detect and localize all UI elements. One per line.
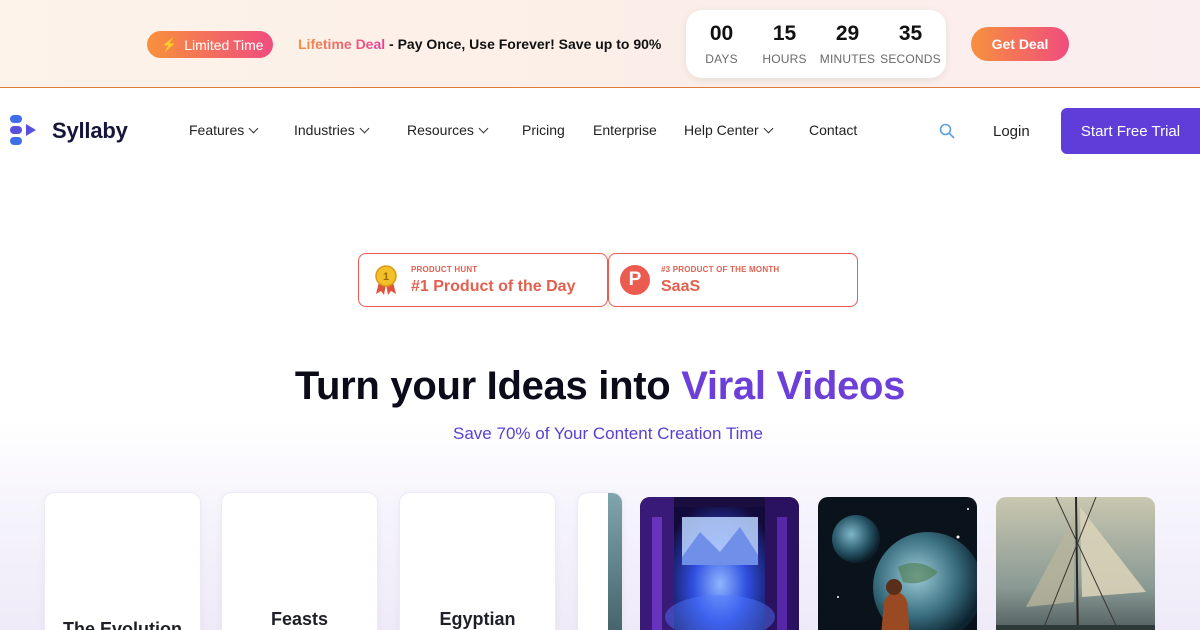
login-link[interactable]: Login xyxy=(993,123,1030,140)
nav-item-features[interactable]: Features xyxy=(189,122,259,138)
countdown-label: MINUTES xyxy=(819,52,876,66)
hero-subline: Save 70% of Your Content Creation Time xyxy=(453,424,763,443)
video-card[interactable]: Feasts xyxy=(222,493,377,630)
video-thumbnail-ship[interactable] xyxy=(996,497,1155,630)
nav-label: Resources xyxy=(407,122,474,138)
syllaby-logo-icon xyxy=(10,115,36,145)
nav-label: Industries xyxy=(294,122,355,138)
countdown-timer: 00 DAYS 15 HOURS 29 MINUTES 35 SECONDS xyxy=(686,10,946,78)
nav-item-enterprise[interactable]: Enterprise xyxy=(593,122,657,138)
headline-main: Turn your Ideas into xyxy=(294,364,682,408)
planets-image xyxy=(818,497,977,630)
logo-text: Syllaby xyxy=(52,118,128,143)
hero-headline: Turn your Ideas into Viral Videos xyxy=(0,364,1200,409)
video-card[interactable]: The Evolution xyxy=(45,493,200,630)
badge-text: PRODUCT HUNT #1 Product of the Day xyxy=(411,265,575,296)
headline-accent: Viral Videos xyxy=(681,364,906,408)
nav-label: Enterprise xyxy=(593,122,657,138)
ship-image xyxy=(996,497,1155,630)
temple-image xyxy=(640,497,799,630)
nav-item-help-center[interactable]: Help Center xyxy=(684,122,774,138)
badge-small-label: PRODUCT HUNT xyxy=(411,264,478,274)
card-title: The Evolution xyxy=(63,619,182,630)
countdown-value: 35 xyxy=(898,22,923,45)
video-thumbnail-planets[interactable] xyxy=(818,497,977,630)
product-hunt-letter: P xyxy=(628,269,642,290)
badge-text: #3 PRODUCT OF THE MONTH SaaS xyxy=(661,265,779,296)
start-free-trial-button[interactable]: Start Free Trial xyxy=(1061,108,1200,154)
chevron-down-icon xyxy=(248,123,259,133)
medal-number: 1 xyxy=(383,271,389,283)
nav-label: Features xyxy=(189,122,245,138)
countdown-value: 00 xyxy=(709,22,734,45)
card-title: Feasts xyxy=(270,609,329,629)
nav-item-resources[interactable]: Resources xyxy=(407,122,489,138)
video-thumbnail-temple[interactable] xyxy=(640,497,799,630)
countdown-value: 15 xyxy=(772,22,797,45)
card-title: Egyptian xyxy=(439,609,516,629)
card-image-edge xyxy=(608,493,622,630)
product-hunt-icon: P xyxy=(620,265,650,295)
limited-time-pill: ⚡ Limited Time xyxy=(147,31,273,58)
medal-icon: 1 xyxy=(375,265,397,295)
countdown-days: 00 DAYS xyxy=(691,22,753,66)
badge-title: SaaS xyxy=(661,277,701,295)
nav-label: Help Center xyxy=(684,122,759,138)
countdown-seconds: 35 SECONDS xyxy=(880,22,942,66)
search-icon[interactable] xyxy=(939,123,955,139)
countdown-value: 29 xyxy=(835,22,860,45)
video-card[interactable]: Egyptian xyxy=(400,493,555,630)
nav-label: Contact xyxy=(809,122,858,138)
chevron-down-icon xyxy=(763,123,774,133)
badge-title: #1 Product of the Day xyxy=(411,277,576,295)
countdown-label: DAYS xyxy=(705,52,738,66)
logo[interactable]: Syllaby xyxy=(10,114,128,148)
nav-item-contact[interactable]: Contact xyxy=(809,122,857,138)
get-deal-button[interactable]: Get Deal xyxy=(971,27,1069,61)
nav-label: Pricing xyxy=(522,122,565,138)
deal-highlight: Lifetime Deal xyxy=(298,36,386,52)
badge-small-label: #3 PRODUCT OF THE MONTH xyxy=(661,264,780,274)
countdown-minutes: 29 MINUTES xyxy=(817,22,879,66)
lightning-icon: ⚡ xyxy=(161,36,178,52)
chevron-down-icon xyxy=(359,123,370,133)
video-card-partial[interactable] xyxy=(578,493,622,630)
product-hunt-day-badge[interactable]: 1 PRODUCT HUNT #1 Product of the Day xyxy=(358,253,608,307)
limited-time-label: Limited Time xyxy=(184,36,264,53)
product-hunt-month-badge[interactable]: P #3 PRODUCT OF THE MONTH SaaS xyxy=(608,253,858,307)
promo-banner: ⚡ Limited Time Lifetime Deal - Pay Once,… xyxy=(0,0,1200,88)
countdown-label: SECONDS xyxy=(880,52,941,66)
countdown-hours: 15 HOURS xyxy=(754,22,816,66)
nav-item-pricing[interactable]: Pricing xyxy=(522,122,565,138)
deal-text: Lifetime Deal - Pay Once, Use Forever! S… xyxy=(298,36,661,52)
deal-rest: - Pay Once, Use Forever! Save up to 90% xyxy=(385,36,662,52)
countdown-label: HOURS xyxy=(762,52,807,66)
chevron-down-icon xyxy=(478,123,489,133)
nav-item-industries[interactable]: Industries xyxy=(294,122,370,138)
